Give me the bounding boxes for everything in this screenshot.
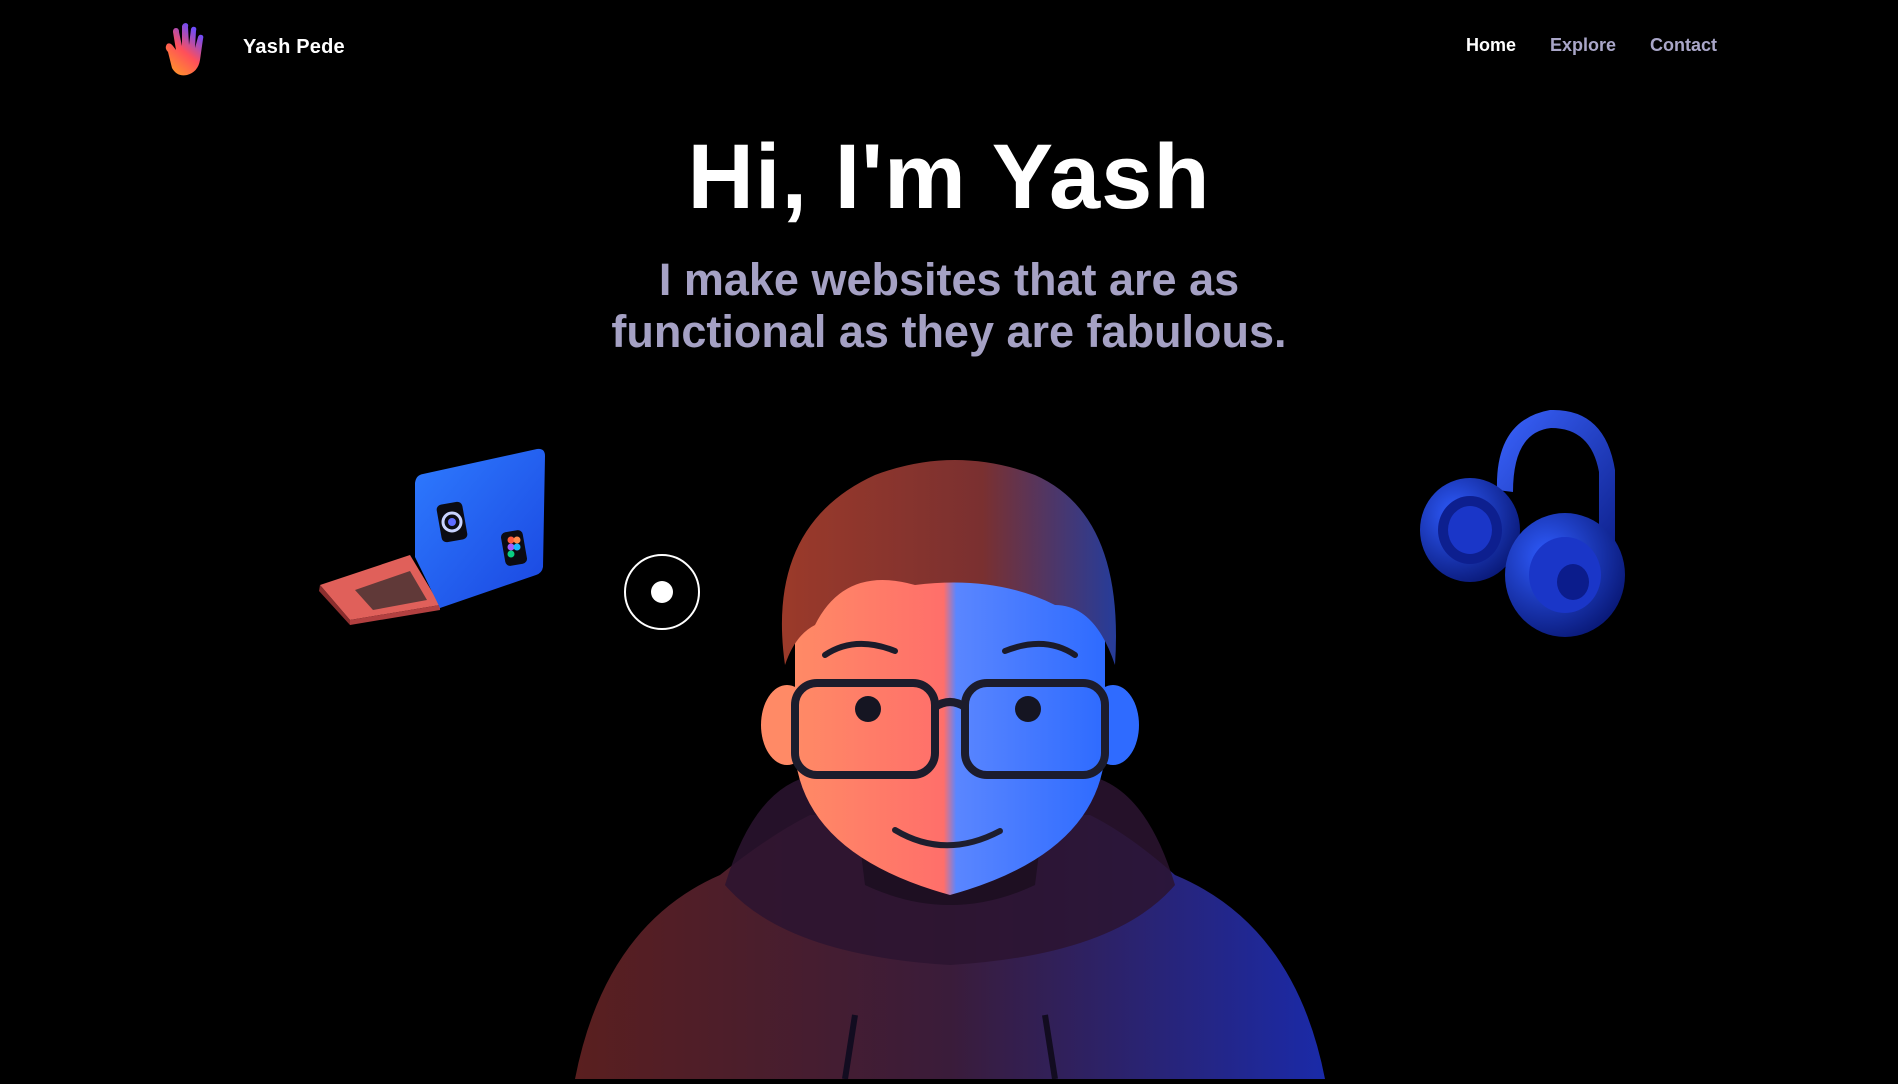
avatar-illustration (555, 455, 1345, 1080)
main-nav: Home Explore Contact (1466, 35, 1717, 56)
nav-explore[interactable]: Explore (1550, 35, 1616, 56)
hero-subtitle-line-2: functional as they are fabulous. (611, 306, 1287, 357)
laptop-icon (315, 445, 555, 625)
nav-home[interactable]: Home (1466, 35, 1516, 56)
brand-name[interactable]: Yash Pede (243, 36, 345, 59)
headphones-icon (1415, 400, 1645, 645)
hero-subtitle: I make websites that are as functional a… (0, 254, 1898, 358)
nav-contact[interactable]: Contact (1650, 35, 1717, 56)
hero-subtitle-line-1: I make websites that are as (658, 254, 1240, 305)
logo-hand-icon[interactable] (160, 22, 210, 78)
hero-title: Hi, I'm Yash (687, 126, 1211, 228)
